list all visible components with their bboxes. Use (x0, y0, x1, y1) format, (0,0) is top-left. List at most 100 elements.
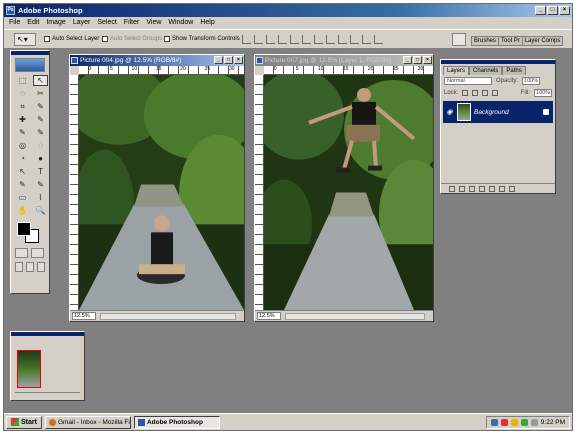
distribute-top-icon[interactable] (314, 35, 323, 44)
crop-tool-icon[interactable]: ⌗ (15, 101, 30, 112)
eraser-tool-icon[interactable]: ◎ (15, 140, 30, 151)
doc-close-button[interactable]: × (423, 56, 432, 64)
marquee-tool-icon[interactable]: ⬚ (15, 75, 30, 86)
magic-wand-tool-icon[interactable]: ✂ (33, 88, 48, 99)
tab-layers[interactable]: Layers (443, 66, 470, 75)
eye-icon[interactable]: ◉ (445, 108, 454, 117)
horizontal-scrollbar[interactable] (285, 313, 425, 320)
adjustment-layer-icon[interactable] (489, 185, 495, 192)
menu-window[interactable]: Window (168, 17, 193, 29)
zoom-field[interactable]: 12.5% (257, 312, 281, 320)
lock-image-icon[interactable] (472, 90, 479, 96)
slice-tool-icon[interactable]: ✎ (33, 101, 48, 112)
menu-layer[interactable]: Layer (73, 17, 91, 29)
blend-mode-select[interactable]: Normal (444, 77, 492, 85)
checkbox-box[interactable] (44, 36, 50, 42)
eyedropper-tool-icon[interactable]: ⌇ (33, 192, 48, 203)
tab-paths[interactable]: Paths (502, 66, 526, 75)
start-button[interactable]: Start (6, 415, 42, 429)
document-titlebar[interactable]: Picture 007.jpg @ 12.5% (Layer 1, RGB/8#… (255, 55, 433, 66)
well-tab-tool-presets[interactable]: Tool Pr (498, 36, 523, 46)
minimize-button[interactable]: _ (535, 6, 546, 15)
horizontal-scrollbar[interactable] (100, 313, 236, 320)
dodge-tool-icon[interactable]: ● (33, 153, 48, 164)
doc-maximize-button[interactable]: □ (413, 56, 422, 64)
palette-grip[interactable] (11, 332, 84, 336)
gradient-tool-icon[interactable]: ◌ (33, 140, 48, 151)
document-canvas[interactable] (79, 75, 244, 310)
chat-icon[interactable] (530, 418, 538, 426)
doc-close-button[interactable]: × (234, 56, 243, 64)
link-layers-icon[interactable] (449, 185, 455, 192)
standard-screen-mode-icon[interactable] (15, 262, 23, 272)
blur-tool-icon[interactable]: ◔ (15, 153, 30, 164)
document-window-picture-004[interactable]: Picture 004.jpg @ 12.5% (RGB/8#) _ □ × 0… (69, 54, 245, 322)
layer-row-background[interactable]: ◉ Background (443, 101, 553, 123)
layer-mask-icon[interactable] (469, 185, 475, 192)
volume-icon[interactable] (520, 418, 528, 426)
standard-mode-icon[interactable] (15, 248, 28, 258)
distribute-hcenter-icon[interactable] (362, 35, 371, 44)
tool-preset-picker[interactable]: ↖▾ (14, 33, 36, 46)
pen-tool-icon[interactable]: ✎ (15, 179, 30, 190)
opacity-field[interactable]: 100% (522, 77, 541, 85)
clone-stamp-tool-icon[interactable]: ✎ (15, 127, 30, 138)
taskbar-item-photoshop[interactable]: Adobe Photoshop (133, 415, 220, 429)
maximize-button[interactable]: □ (547, 6, 558, 15)
new-layer-icon[interactable] (499, 185, 505, 192)
document-window-picture-007[interactable]: Picture 007.jpg @ 12.5% (Layer 1, RGB/8#… (254, 54, 434, 322)
align-bottom-icon[interactable] (266, 35, 275, 44)
full-screen-menu-mode-icon[interactable] (26, 262, 34, 272)
align-right-icon[interactable] (302, 35, 311, 44)
auto-select-groups-checkbox[interactable]: Auto Select Groups (102, 36, 162, 42)
menu-image[interactable]: Image (46, 17, 65, 29)
healing-brush-tool-icon[interactable]: ✚ (15, 114, 30, 125)
distribute-right-icon[interactable] (374, 35, 383, 44)
checkbox-box[interactable] (102, 36, 108, 42)
align-hcenter-icon[interactable] (290, 35, 299, 44)
messenger-icon[interactable] (510, 418, 518, 426)
align-top-icon[interactable] (242, 35, 251, 44)
well-tab-brushes[interactable]: Brushes (471, 36, 500, 46)
foreground-color-swatch[interactable] (17, 222, 31, 236)
path-selection-tool-icon[interactable]: ↖ (15, 166, 30, 177)
menu-select[interactable]: Select (97, 17, 116, 29)
navigator-zoom-slider[interactable] (15, 392, 80, 396)
palette-well-button[interactable] (452, 33, 466, 46)
taskbar-item-gmail[interactable]: Gmail - Inbox - Mozilla Fir... (44, 415, 131, 429)
menu-file[interactable]: File (9, 17, 20, 29)
zoom-field[interactable]: 12.5% (72, 312, 96, 320)
lock-position-icon[interactable] (482, 90, 489, 96)
shape-tool-icon[interactable]: ✎ (33, 179, 48, 190)
doc-minimize-button[interactable]: _ (214, 56, 223, 64)
navigator-proxy-preview[interactable] (17, 350, 41, 388)
distribute-left-icon[interactable] (350, 35, 359, 44)
notes-tool-icon[interactable]: ▭ (15, 192, 30, 203)
type-tool-icon[interactable]: T (33, 166, 48, 177)
show-transform-controls-checkbox[interactable]: Show Transform Controls (164, 36, 240, 42)
close-button[interactable]: × (559, 6, 570, 15)
doc-maximize-button[interactable]: □ (224, 56, 233, 64)
distribute-vcenter-icon[interactable] (326, 35, 335, 44)
well-tab-layer-comps[interactable]: Layer Comps (521, 36, 564, 46)
align-vcenter-icon[interactable] (254, 35, 263, 44)
adobe-online-icon[interactable] (15, 58, 45, 72)
layer-set-icon[interactable] (479, 185, 485, 192)
menu-filter[interactable]: Filter (124, 17, 140, 29)
fill-field[interactable]: 100% (534, 89, 552, 97)
align-left-icon[interactable] (278, 35, 287, 44)
lasso-tool-icon[interactable]: ◌ (15, 88, 30, 99)
hand-tool-icon[interactable]: ✋ (15, 205, 30, 216)
zoom-tool-icon[interactable]: 🔍 (33, 205, 48, 216)
layer-style-icon[interactable] (459, 185, 465, 192)
network-icon[interactable] (490, 418, 498, 426)
menu-view[interactable]: View (146, 17, 161, 29)
auto-select-layer-checkbox[interactable]: Auto Select Layer (44, 36, 99, 42)
checkbox-box[interactable] (164, 36, 170, 42)
brush-tool-icon[interactable]: ✎ (33, 114, 48, 125)
antivirus-icon[interactable] (500, 418, 508, 426)
move-tool-icon[interactable]: ↖ (33, 75, 48, 86)
document-titlebar[interactable]: Picture 004.jpg @ 12.5% (RGB/8#) _ □ × (70, 55, 244, 66)
document-canvas[interactable] (264, 75, 433, 310)
clock[interactable]: 9:22 PM (541, 419, 565, 426)
